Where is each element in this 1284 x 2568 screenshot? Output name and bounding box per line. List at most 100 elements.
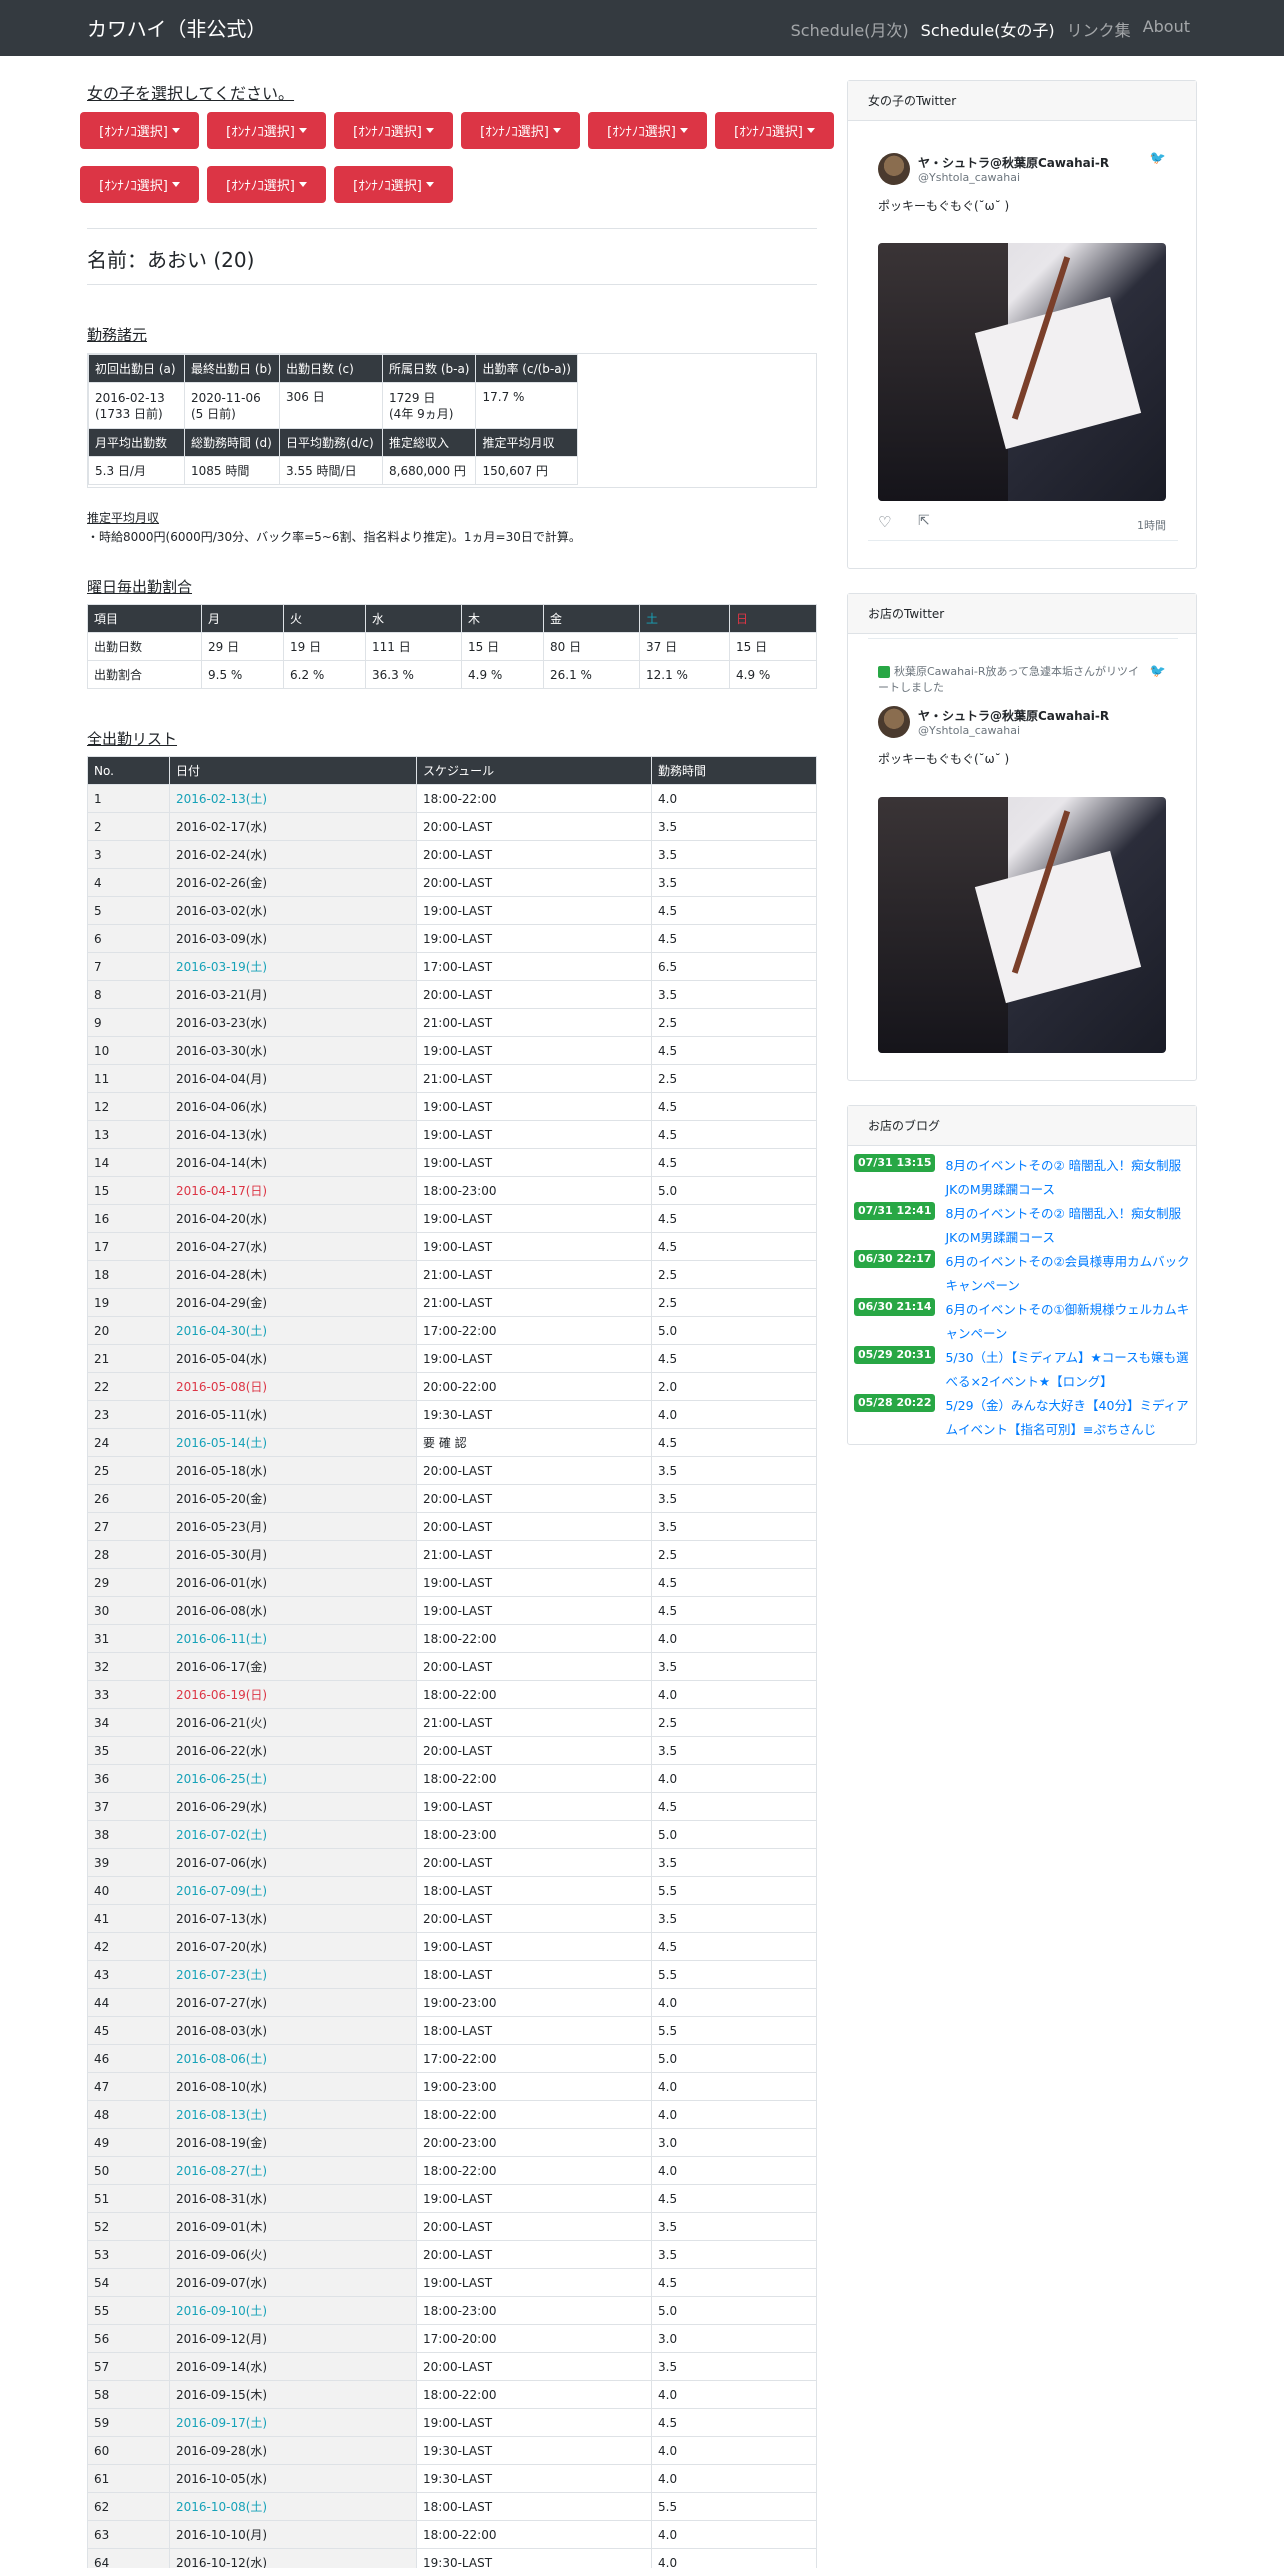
row-number: 52 <box>87 2212 170 2241</box>
row-schedule: 21:00-LAST <box>416 1008 652 1037</box>
button-label: [ｵﾝﾅﾉｺ選択] <box>226 179 295 194</box>
row-hours: 4.5 <box>651 1092 817 1121</box>
weekly-cell: 26.1 % <box>543 660 640 689</box>
row-date: 2016-10-05(水) <box>169 2464 417 2493</box>
row-hours: 4.0 <box>651 1680 817 1709</box>
brand[interactable]: カワハイ（非公式） <box>87 13 266 42</box>
girl-select-dropdown[interactable]: [ｵﾝﾅﾉｺ選択] <box>588 112 707 149</box>
row-number: 25 <box>87 1456 170 1485</box>
row-number: 50 <box>87 2156 170 2185</box>
tweet-photo[interactable] <box>878 797 1166 1053</box>
girl-select-dropdown[interactable]: [ｵﾝﾅﾉｺ選択] <box>80 112 199 149</box>
row-date[interactable]: 2016-10-08(土) <box>169 2492 417 2521</box>
row-schedule: 20:00-LAST <box>416 1652 652 1681</box>
row-hours: 4.0 <box>651 1624 817 1653</box>
row-date[interactable]: 2016-03-19(土) <box>169 952 417 981</box>
row-schedule: 18:00-23:00 <box>416 2296 652 2325</box>
row-date: 2016-06-01(水) <box>169 1568 417 1597</box>
nav-link-about[interactable]: About <box>1143 17 1190 41</box>
row-hours: 5.5 <box>651 2016 817 2045</box>
tweet-time[interactable]: 1時間 <box>1137 517 1166 533</box>
row-number: 15 <box>87 1176 170 1205</box>
girl-select-dropdown[interactable]: [ｵﾝﾅﾉｺ選択] <box>334 166 453 203</box>
row-schedule: 19:00-LAST <box>416 896 652 925</box>
button-label: [ｵﾝﾅﾉｺ選択] <box>226 125 295 140</box>
row-schedule: 19:00-LAST <box>416 1932 652 1961</box>
avatar[interactable] <box>878 153 910 185</box>
row-number: 3 <box>87 840 170 869</box>
row-schedule: 19:00-LAST <box>416 2408 652 2437</box>
blog-link[interactable]: 6月のイベントその①御新規様ウェルカムキャンペーン <box>945 1298 1191 1346</box>
blog-link[interactable]: 5/30（土）【ミディアム】★コースも嬢も選べる×2イベント★【ロング】 <box>945 1346 1191 1394</box>
row-date[interactable]: 2016-09-17(土) <box>169 2408 417 2437</box>
row-date[interactable]: 2016-05-08(日) <box>169 1372 417 1401</box>
girl-select-dropdown[interactable]: [ｵﾝﾅﾉｺ選択] <box>461 112 580 149</box>
row-hours: 4.5 <box>651 2268 817 2297</box>
row-number: 28 <box>87 1540 170 1569</box>
button-label: [ｵﾝﾅﾉｺ選択] <box>99 125 168 140</box>
table-row: 7 2016-03-19(土) 17:00-LAST 6.5 <box>87 952 817 981</box>
row-date[interactable]: 2016-06-25(土) <box>169 1764 417 1793</box>
blog-link[interactable]: 5/29（金）みんな大好き【40分】ミディアムイベント【指名可別】≡ぷちさんじ <box>945 1394 1191 1442</box>
heart-icon[interactable]: ♡ <box>878 513 891 531</box>
row-date[interactable]: 2016-08-13(土) <box>169 2100 417 2129</box>
share-icon[interactable]: ⇱ <box>918 513 930 529</box>
row-schedule: 17:00-22:00 <box>416 1316 652 1345</box>
avatar[interactable] <box>878 706 910 738</box>
blog-link[interactable]: 6月のイベントその②会員様専用カムバックキャンペーン <box>945 1250 1191 1298</box>
row-number: 16 <box>87 1204 170 1233</box>
weekly-header-sat: 土 <box>639 604 730 633</box>
girl-select-dropdown[interactable]: [ｵﾝﾅﾉｺ選択] <box>715 112 834 149</box>
row-date: 2016-05-23(月) <box>169 1512 417 1541</box>
girl-select-dropdown[interactable]: [ｵﾝﾅﾉｺ選択] <box>207 112 326 149</box>
tweet[interactable]: ヤ・シュトラ@秋葉原Cawahai-R @Yshtola_cawahai ポッキ… <box>878 153 1174 214</box>
twitter-bird-icon[interactable]: 🐦 <box>1150 664 1166 679</box>
girl-select-dropdown[interactable]: [ｵﾝﾅﾉｺ選択] <box>334 112 453 149</box>
row-date[interactable]: 2016-08-27(土) <box>169 2156 417 2185</box>
row-hours: 3.5 <box>651 1904 817 1933</box>
row-schedule: 20:00-LAST <box>416 812 652 841</box>
nav-link-monthly[interactable]: Schedule(月次) <box>791 17 909 41</box>
row-date[interactable]: 2016-07-23(土) <box>169 1960 417 1989</box>
tweet-author-name[interactable]: ヤ・シュトラ@秋葉原Cawahai-R <box>918 154 1109 171</box>
table-row: 15 2016-04-17(日) 18:00-23:00 5.0 <box>87 1176 817 1205</box>
blog-link[interactable]: 8月のイベントその② 暗闇乱入！痴女制服JKのM男蹂躙コース <box>945 1154 1191 1202</box>
row-date[interactable]: 2016-06-11(土) <box>169 1624 417 1653</box>
blog-time-badge: 06/30 21:14 <box>854 1298 936 1316</box>
button-label: [ｵﾝﾅﾉｺ選択] <box>607 125 676 140</box>
row-date[interactable]: 2016-07-09(土) <box>169 1876 417 1905</box>
row-number: 62 <box>87 2492 170 2521</box>
row-hours: 4.5 <box>651 1232 817 1261</box>
tweet[interactable]: ヤ・シュトラ@秋葉原Cawahai-R @Yshtola_cawahai ポッキ… <box>878 706 1174 767</box>
button-label: [ｵﾝﾅﾉｺ選択] <box>353 179 422 194</box>
stats-header: 所属日数 (b-a) <box>381 354 477 383</box>
row-date[interactable]: 2016-04-30(土) <box>169 1316 417 1345</box>
nav-link-girls[interactable]: Schedule(女の子) <box>921 17 1055 41</box>
row-number: 2 <box>87 812 170 841</box>
row-date[interactable]: 2016-08-06(土) <box>169 2044 417 2073</box>
tweet-author-handle[interactable]: @Yshtola_cawahai <box>918 724 1109 737</box>
row-date[interactable]: 2016-05-14(土) <box>169 1428 417 1457</box>
table-row: 29 2016-06-01(水) 19:00-LAST 4.5 <box>87 1568 817 1597</box>
row-schedule: 18:00-LAST <box>416 1876 652 1905</box>
row-date[interactable]: 2016-07-02(土) <box>169 1820 417 1849</box>
girl-select-dropdown[interactable]: [ｵﾝﾅﾉｺ選択] <box>80 166 199 203</box>
row-schedule: 20:00-LAST <box>416 1456 652 1485</box>
tweet-author-handle[interactable]: @Yshtola_cawahai <box>918 171 1109 184</box>
row-hours: 3.5 <box>651 840 817 869</box>
navbar: カワハイ（非公式） Schedule(月次) Schedule(女の子) リンク… <box>0 0 1284 56</box>
row-date[interactable]: 2016-06-19(日) <box>169 1680 417 1709</box>
blog-link[interactable]: 8月のイベントその② 暗闇乱入！痴女制服JKのM男蹂躙コース <box>945 1202 1191 1250</box>
girl-select-dropdown[interactable]: [ｵﾝﾅﾉｺ選択] <box>207 166 326 203</box>
row-date: 2016-05-18(水) <box>169 1456 417 1485</box>
nav-link-links[interactable]: リンク集 <box>1067 17 1131 41</box>
row-date[interactable]: 2016-04-17(日) <box>169 1176 417 1205</box>
row-date[interactable]: 2016-02-13(土) <box>169 784 417 813</box>
stats-cell: 1085 時間 <box>184 456 280 485</box>
tweet-photo[interactable] <box>878 243 1166 501</box>
tweet-author-name[interactable]: ヤ・シュトラ@秋葉原Cawahai-R <box>918 707 1109 724</box>
weekly-cell: 15 日 <box>729 632 817 661</box>
attendance-title: 全出勤リスト <box>87 730 178 748</box>
row-number: 60 <box>87 2436 170 2465</box>
row-date[interactable]: 2016-09-10(土) <box>169 2296 417 2325</box>
